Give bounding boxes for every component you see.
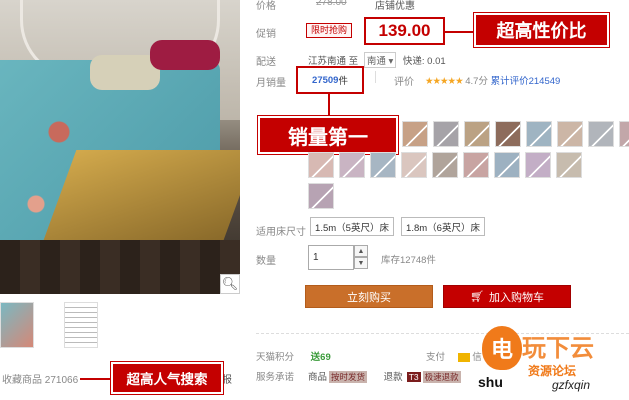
rating-stars: ★★★★★ bbox=[425, 76, 464, 87]
refund-text: 退款 bbox=[383, 372, 403, 383]
watermark-subtitle: 资源论坛 bbox=[528, 364, 577, 378]
color-swatch[interactable] bbox=[526, 121, 552, 147]
product-page: 🔍︎ 收藏商品 271066 报 价格 278.00 店铺优惠 促销 限时抢购 … bbox=[0, 0, 629, 400]
original-price: 278.00 bbox=[316, 0, 347, 8]
promise-tag[interactable]: 极速退款 bbox=[422, 371, 461, 383]
rating-label: 评价 bbox=[394, 77, 414, 88]
color-swatch[interactable] bbox=[588, 121, 614, 147]
sales-unit: 件 bbox=[338, 76, 348, 87]
ship-fee: 快递: 0.01 bbox=[402, 56, 446, 67]
payment-label: 支付 bbox=[426, 352, 446, 363]
add-to-cart-button[interactable]: 🛒︎ 加入购物车 bbox=[443, 285, 571, 308]
image-floor bbox=[0, 240, 240, 294]
color-swatch[interactable] bbox=[402, 121, 428, 147]
callout-connector bbox=[80, 378, 111, 380]
promise-tag[interactable]: 按时发货 bbox=[329, 371, 368, 383]
stock-count: 库存12748件 bbox=[381, 255, 436, 266]
thumbnail-strip bbox=[0, 300, 240, 350]
image-pillow bbox=[150, 40, 220, 70]
promo-price: 139.00 bbox=[364, 17, 445, 45]
ship-to-select[interactable]: 南通 ▾ bbox=[363, 52, 397, 68]
quantity-label: 数量 bbox=[256, 256, 276, 267]
color-swatch[interactable] bbox=[494, 152, 520, 178]
watermark: 电 玩下云 资源论坛 shu gzfxqin bbox=[462, 326, 629, 400]
callout-connector bbox=[445, 31, 476, 33]
payment-row: 支付 信 bbox=[426, 349, 482, 363]
quantity-up-button[interactable]: ▲ bbox=[354, 245, 368, 257]
callout-price: 超高性价比 bbox=[474, 13, 609, 47]
color-swatch[interactable] bbox=[495, 121, 521, 147]
color-swatch[interactable] bbox=[556, 152, 582, 178]
size-option[interactable]: 1.5m（5英尺）床 bbox=[310, 217, 394, 236]
color-swatch[interactable] bbox=[308, 183, 334, 209]
promise-text: 商品 bbox=[308, 372, 328, 383]
color-swatch[interactable] bbox=[557, 121, 583, 147]
price-label: 价格 bbox=[256, 1, 276, 12]
section-divider bbox=[256, 333, 629, 334]
thumbnail-item[interactable] bbox=[0, 302, 34, 348]
add-cart-label: 加入购物车 bbox=[488, 291, 544, 304]
buy-now-button[interactable]: 立刻购买 bbox=[305, 285, 433, 308]
promo-badge: 限时抢购 bbox=[306, 23, 353, 38]
promo-label: 促销 bbox=[256, 29, 276, 40]
points-label: 天猫积分 bbox=[256, 352, 295, 363]
image-blanket bbox=[43, 150, 240, 240]
watermark-url: gzfxqin bbox=[552, 378, 591, 392]
color-swatch[interactable] bbox=[339, 152, 365, 178]
service-promise: 商品 按时发货 退款 T3 极速退款 bbox=[308, 369, 461, 383]
color-swatch[interactable] bbox=[432, 152, 458, 178]
color-swatch[interactable] bbox=[433, 121, 459, 147]
color-swatch[interactable] bbox=[308, 152, 334, 178]
size-option[interactable]: 1.8m（6英尺）床 bbox=[401, 217, 485, 236]
points-row: 天猫积分 送69 bbox=[256, 349, 331, 363]
callout-connector bbox=[328, 94, 330, 116]
favorite-count[interactable]: 收藏商品 271066 bbox=[2, 371, 78, 386]
favorite-number: 271066 bbox=[44, 375, 79, 386]
promise-label: 服务承诺 bbox=[256, 372, 295, 383]
sales-label: 月销量 bbox=[256, 78, 286, 89]
credit-card-icon bbox=[457, 352, 470, 362]
color-swatch[interactable] bbox=[525, 152, 551, 178]
favorite-label: 收藏商品 bbox=[2, 375, 42, 386]
ship-to-value: 南通 bbox=[366, 56, 386, 67]
quantity-input[interactable]: 1 bbox=[308, 245, 354, 270]
payment-text: 信 bbox=[472, 352, 482, 363]
color-swatch[interactable] bbox=[464, 121, 490, 147]
color-swatch[interactable] bbox=[401, 152, 427, 178]
rating-summary: ★★★★★ 4.7分 累计评价214549 bbox=[425, 73, 560, 87]
sales-count: 27509 bbox=[312, 74, 339, 86]
shop-promo-link[interactable]: 店铺优惠 bbox=[375, 0, 415, 12]
color-swatch[interactable] bbox=[463, 152, 489, 178]
monthly-sales: 27509 件 bbox=[296, 66, 364, 94]
rating-score: 4.7分 bbox=[465, 76, 488, 87]
total-reviews-link[interactable]: 累计评价214549 bbox=[491, 76, 561, 87]
callout-popular: 超高人气搜索 bbox=[111, 362, 223, 394]
size-label: 适用床尺寸 bbox=[256, 227, 306, 238]
shipping-label: 配送 bbox=[256, 57, 276, 68]
quantity-down-button[interactable]: ▼ bbox=[354, 257, 368, 269]
zoom-icon[interactable]: 🔍︎ bbox=[220, 274, 240, 294]
thumbnail-item[interactable] bbox=[64, 302, 98, 348]
callout-sales: 销量第一 bbox=[258, 116, 398, 154]
color-swatch[interactable] bbox=[619, 121, 629, 147]
report-link[interactable]: 报 bbox=[222, 371, 232, 386]
cart-icon: 🛒︎ bbox=[470, 291, 484, 303]
product-main-image[interactable]: 🔍︎ bbox=[0, 0, 240, 294]
color-swatch[interactable] bbox=[370, 152, 396, 178]
points-value: 送69 bbox=[310, 352, 331, 363]
watermark-english: shu bbox=[476, 374, 505, 390]
divider bbox=[375, 71, 376, 83]
promise-tag-t3: T3 bbox=[406, 372, 421, 382]
